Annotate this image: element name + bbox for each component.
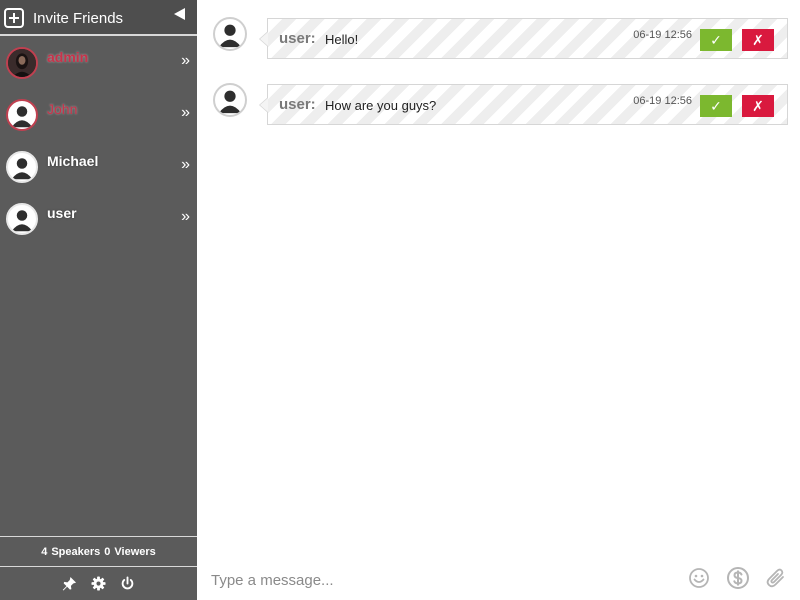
message-composer: [197, 560, 800, 600]
message-text: How are you guys?: [325, 98, 437, 113]
speakers-label: Speakers: [51, 545, 101, 558]
attachment-icon[interactable]: [764, 566, 788, 590]
chevron-double-right-icon[interactable]: »: [181, 104, 190, 122]
message-bubble: user: Hello! 06-19 12:56 ✓ ✗: [259, 18, 788, 59]
message-bubble: user: How are you guys? 06-19 12:56 ✓ ✗: [259, 84, 788, 125]
collapse-sidebar-icon[interactable]: [174, 8, 185, 20]
user-photo-icon: [8, 49, 36, 77]
viewers-count: 0: [104, 545, 111, 558]
reject-button[interactable]: ✗: [742, 95, 774, 117]
accept-button[interactable]: ✓: [700, 95, 732, 117]
sidebar-footer: [0, 567, 197, 600]
user-name: Michael: [47, 153, 99, 169]
avatar: [213, 17, 247, 51]
speakers-count: 4: [41, 545, 48, 558]
emoji-icon[interactable]: [687, 566, 711, 590]
dollar-icon[interactable]: [726, 566, 750, 590]
chevron-double-right-icon[interactable]: »: [181, 208, 190, 226]
user-name: user: [47, 205, 77, 221]
plus-icon: [4, 8, 24, 28]
message-time: 06-19 12:56: [633, 95, 692, 107]
default-avatar-icon: [11, 106, 33, 128]
message-text: Hello!: [325, 32, 359, 47]
user-item-user[interactable]: user »: [0, 198, 197, 238]
user-name: admin: [47, 49, 89, 65]
user-name: John: [47, 101, 78, 117]
user-item-john[interactable]: John »: [0, 94, 197, 134]
accept-button[interactable]: ✓: [700, 29, 732, 51]
power-icon[interactable]: [120, 576, 135, 591]
reject-button[interactable]: ✗: [742, 29, 774, 51]
default-avatar-icon: [11, 210, 33, 232]
avatar: [6, 47, 38, 79]
avatar: [213, 83, 247, 117]
default-avatar-icon: [218, 90, 242, 114]
chat-panel: user: Hello! 06-19 12:56 ✓ ✗ user: How a…: [197, 0, 800, 600]
pin-icon[interactable]: [62, 576, 77, 591]
user-item-michael[interactable]: Michael »: [0, 146, 197, 186]
invite-friends-button[interactable]: Invite Friends: [4, 8, 123, 28]
message-input[interactable]: [211, 568, 671, 592]
avatar: [6, 151, 38, 183]
chevron-double-right-icon[interactable]: »: [181, 156, 190, 174]
sidebar: Invite Friends admin » John » Michael » …: [0, 0, 197, 600]
default-avatar-icon: [11, 158, 33, 180]
participant-stats: 4 Speakers 0 Viewers: [0, 536, 197, 567]
viewers-label: Viewers: [114, 545, 156, 558]
chat-message: user: Hello! 06-19 12:56 ✓ ✗: [197, 17, 800, 61]
chevron-double-right-icon[interactable]: »: [181, 52, 190, 70]
message-sender: user:: [279, 96, 316, 113]
avatar: [6, 203, 38, 235]
avatar: [6, 99, 38, 131]
message-time: 06-19 12:56: [633, 29, 692, 41]
user-item-admin[interactable]: admin »: [0, 42, 197, 82]
invite-friends-label: Invite Friends: [33, 9, 124, 27]
gear-icon[interactable]: [91, 576, 106, 591]
default-avatar-icon: [218, 24, 242, 48]
chat-message: user: How are you guys? 06-19 12:56 ✓ ✗: [197, 83, 800, 127]
message-sender: user:: [279, 30, 316, 47]
sidebar-header: Invite Friends: [0, 0, 197, 36]
